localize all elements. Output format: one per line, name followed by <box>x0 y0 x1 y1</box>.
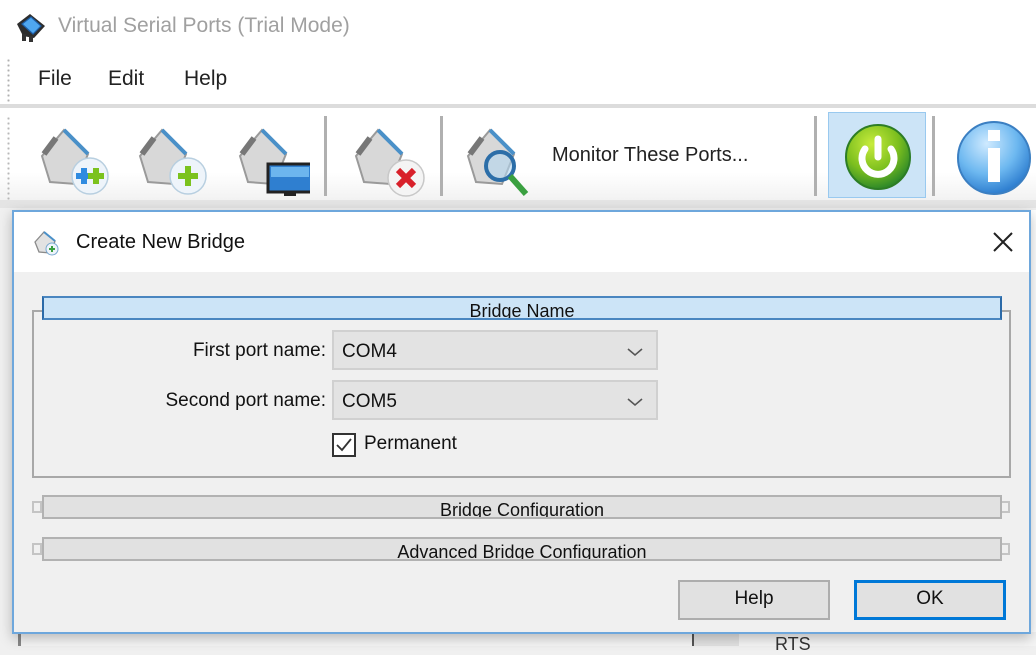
toolbar-separator <box>324 116 327 196</box>
section-advanced-bridge-configuration[interactable]: Advanced Bridge Configuration <box>42 537 1002 561</box>
create-port-icon <box>130 118 210 198</box>
app-titlebar: Virtual Serial Ports (Trial Mode) <box>0 0 1036 54</box>
menubar-grip[interactable] <box>7 58 10 102</box>
first-port-value: COM4 <box>342 341 397 362</box>
help-button[interactable]: Help <box>678 580 830 620</box>
expand-stub <box>32 501 42 513</box>
local-port-button[interactable] <box>226 112 318 196</box>
menu-file[interactable]: File <box>38 67 72 91</box>
expand-stub <box>32 543 42 555</box>
toolbar: Monitor These Ports... <box>0 108 1036 204</box>
toolbar-separator <box>440 116 443 196</box>
delete-port-icon <box>346 118 426 198</box>
info-icon <box>952 118 1036 198</box>
local-port-icon <box>230 118 314 198</box>
background-rts-label: RTS <box>775 634 811 654</box>
menu-help[interactable]: Help <box>184 67 227 91</box>
second-port-value: COM5 <box>342 391 397 412</box>
background-divider <box>18 632 21 646</box>
monitor-icon <box>458 118 538 198</box>
bridge-icon <box>32 228 60 256</box>
chevron-down-icon <box>626 395 644 407</box>
monitor-ports-label[interactable]: Monitor These Ports... <box>552 144 748 167</box>
toolbar-bottom-border <box>0 200 1036 208</box>
background-panel <box>18 632 1036 646</box>
menu-edit[interactable]: Edit <box>108 67 144 91</box>
toolbar-separator <box>814 116 817 196</box>
second-port-label: Second port name: <box>165 390 326 411</box>
dialog-title: Create New Bridge <box>76 231 245 253</box>
section-bridge-configuration-label: Bridge Configuration <box>439 500 605 519</box>
chevron-down-icon <box>626 345 644 357</box>
first-port-combobox[interactable]: COM4 <box>332 330 658 370</box>
section-advanced-bridge-configuration-label: Advanced Bridge Configuration <box>397 542 647 561</box>
create-port-button[interactable] <box>126 112 216 196</box>
close-button[interactable] <box>987 226 1019 258</box>
power-button[interactable] <box>828 112 926 198</box>
toolbar-grip[interactable] <box>7 116 10 204</box>
close-icon <box>993 232 1013 252</box>
toolbar-separator <box>932 116 935 196</box>
create-pair-icon <box>32 118 112 198</box>
permanent-label: Permanent <box>364 433 457 454</box>
first-port-label: First port name: <box>192 340 326 361</box>
section-bridge-name[interactable]: Bridge Name <box>42 296 1002 320</box>
create-port-pair-button[interactable] <box>28 112 118 196</box>
info-button[interactable] <box>946 112 1036 196</box>
ok-button[interactable]: OK <box>854 580 1006 620</box>
power-icon <box>841 119 915 193</box>
permanent-checkbox-box[interactable] <box>332 433 356 457</box>
section-bridge-name-label: Bridge Name <box>469 301 575 320</box>
app-title: Virtual Serial Ports (Trial Mode) <box>58 14 350 37</box>
checkmark-icon <box>336 438 352 452</box>
section-bridge-configuration[interactable]: Bridge Configuration <box>42 495 1002 519</box>
menubar: File Edit Help <box>0 54 1036 104</box>
delete-port-button[interactable] <box>342 112 432 198</box>
create-bridge-dialog: Create New Bridge Bridge Name First port… <box>12 210 1031 634</box>
second-port-combobox[interactable]: COM5 <box>332 380 658 420</box>
serial-port-icon <box>14 10 48 44</box>
dialog-titlebar[interactable]: Create New Bridge <box>14 212 1029 272</box>
background-cell <box>694 632 739 646</box>
